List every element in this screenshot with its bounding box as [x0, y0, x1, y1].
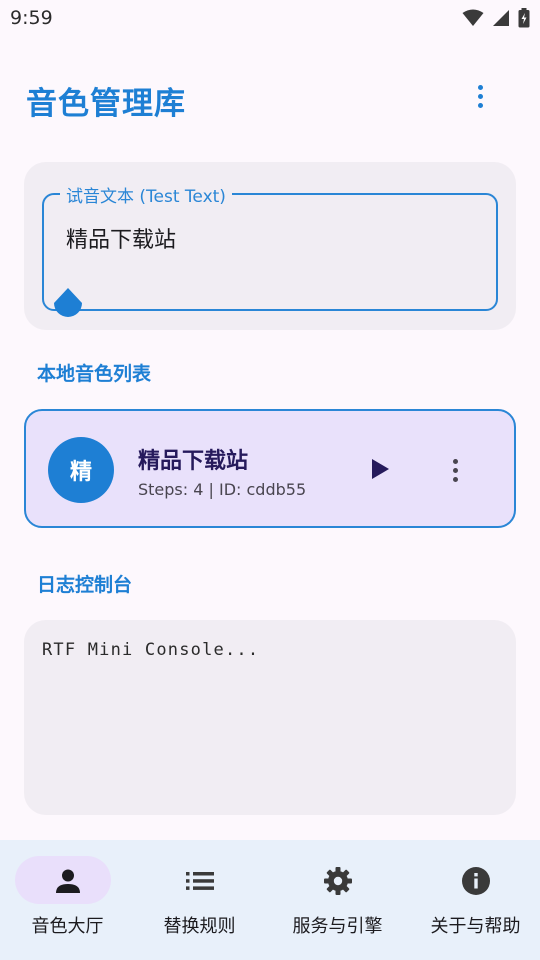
nav-label: 音色大厅	[31, 916, 104, 937]
play-button[interactable]	[362, 450, 398, 488]
nav-label: 关于与帮助	[430, 916, 521, 937]
more-vert-icon-dot	[452, 476, 458, 482]
info-icon	[408, 866, 540, 896]
bottom-navigation: 音色大厅 替换规则 服务与引擎 关于与帮助	[0, 840, 540, 960]
text-cursor-handle-icon[interactable]	[53, 288, 83, 324]
voice-name: 精品下载站	[138, 449, 249, 474]
section-title-log-console: 日志控制台	[37, 574, 133, 596]
test-text-label: 试音文本 (Test Text)	[60, 182, 232, 207]
wifi-icon	[462, 9, 484, 26]
nav-label: 服务与引擎	[292, 916, 383, 937]
nav-item-replace-rules[interactable]: 替换规则	[132, 840, 267, 960]
nav-item-about-help[interactable]: 关于与帮助	[408, 840, 540, 960]
status-icons	[462, 8, 530, 28]
test-text-value[interactable]: 精品下载站	[66, 222, 176, 254]
status-time: 9:59	[10, 7, 53, 29]
nav-label: 替换规则	[163, 916, 236, 937]
console-text: RTF Mini Console...	[42, 640, 260, 660]
voice-meta: Steps: 4 | ID: cddb55	[138, 480, 307, 499]
avatar: 精	[48, 437, 114, 503]
battery-charging-icon	[518, 8, 530, 28]
voice-more-button[interactable]	[440, 450, 470, 490]
status-bar: 9:59	[0, 0, 540, 36]
page-title: 音色管理库	[26, 86, 186, 122]
nav-item-services-engine[interactable]: 服务与引擎	[270, 840, 405, 960]
more-vert-icon	[452, 458, 458, 464]
section-title-local-voices: 本地音色列表	[37, 363, 152, 385]
more-vert-icon-dot	[477, 93, 483, 99]
nav-item-voice-hall[interactable]: 音色大厅	[0, 840, 135, 960]
cell-signal-icon	[493, 10, 509, 26]
list-icon	[132, 866, 267, 896]
play-icon	[372, 459, 389, 479]
person-icon	[0, 866, 135, 896]
more-vert-icon-dot	[452, 467, 458, 473]
more-vert-icon	[477, 84, 483, 90]
overflow-menu-button[interactable]	[462, 76, 498, 116]
gear-icon	[270, 866, 405, 896]
more-vert-icon-dot	[477, 102, 483, 108]
